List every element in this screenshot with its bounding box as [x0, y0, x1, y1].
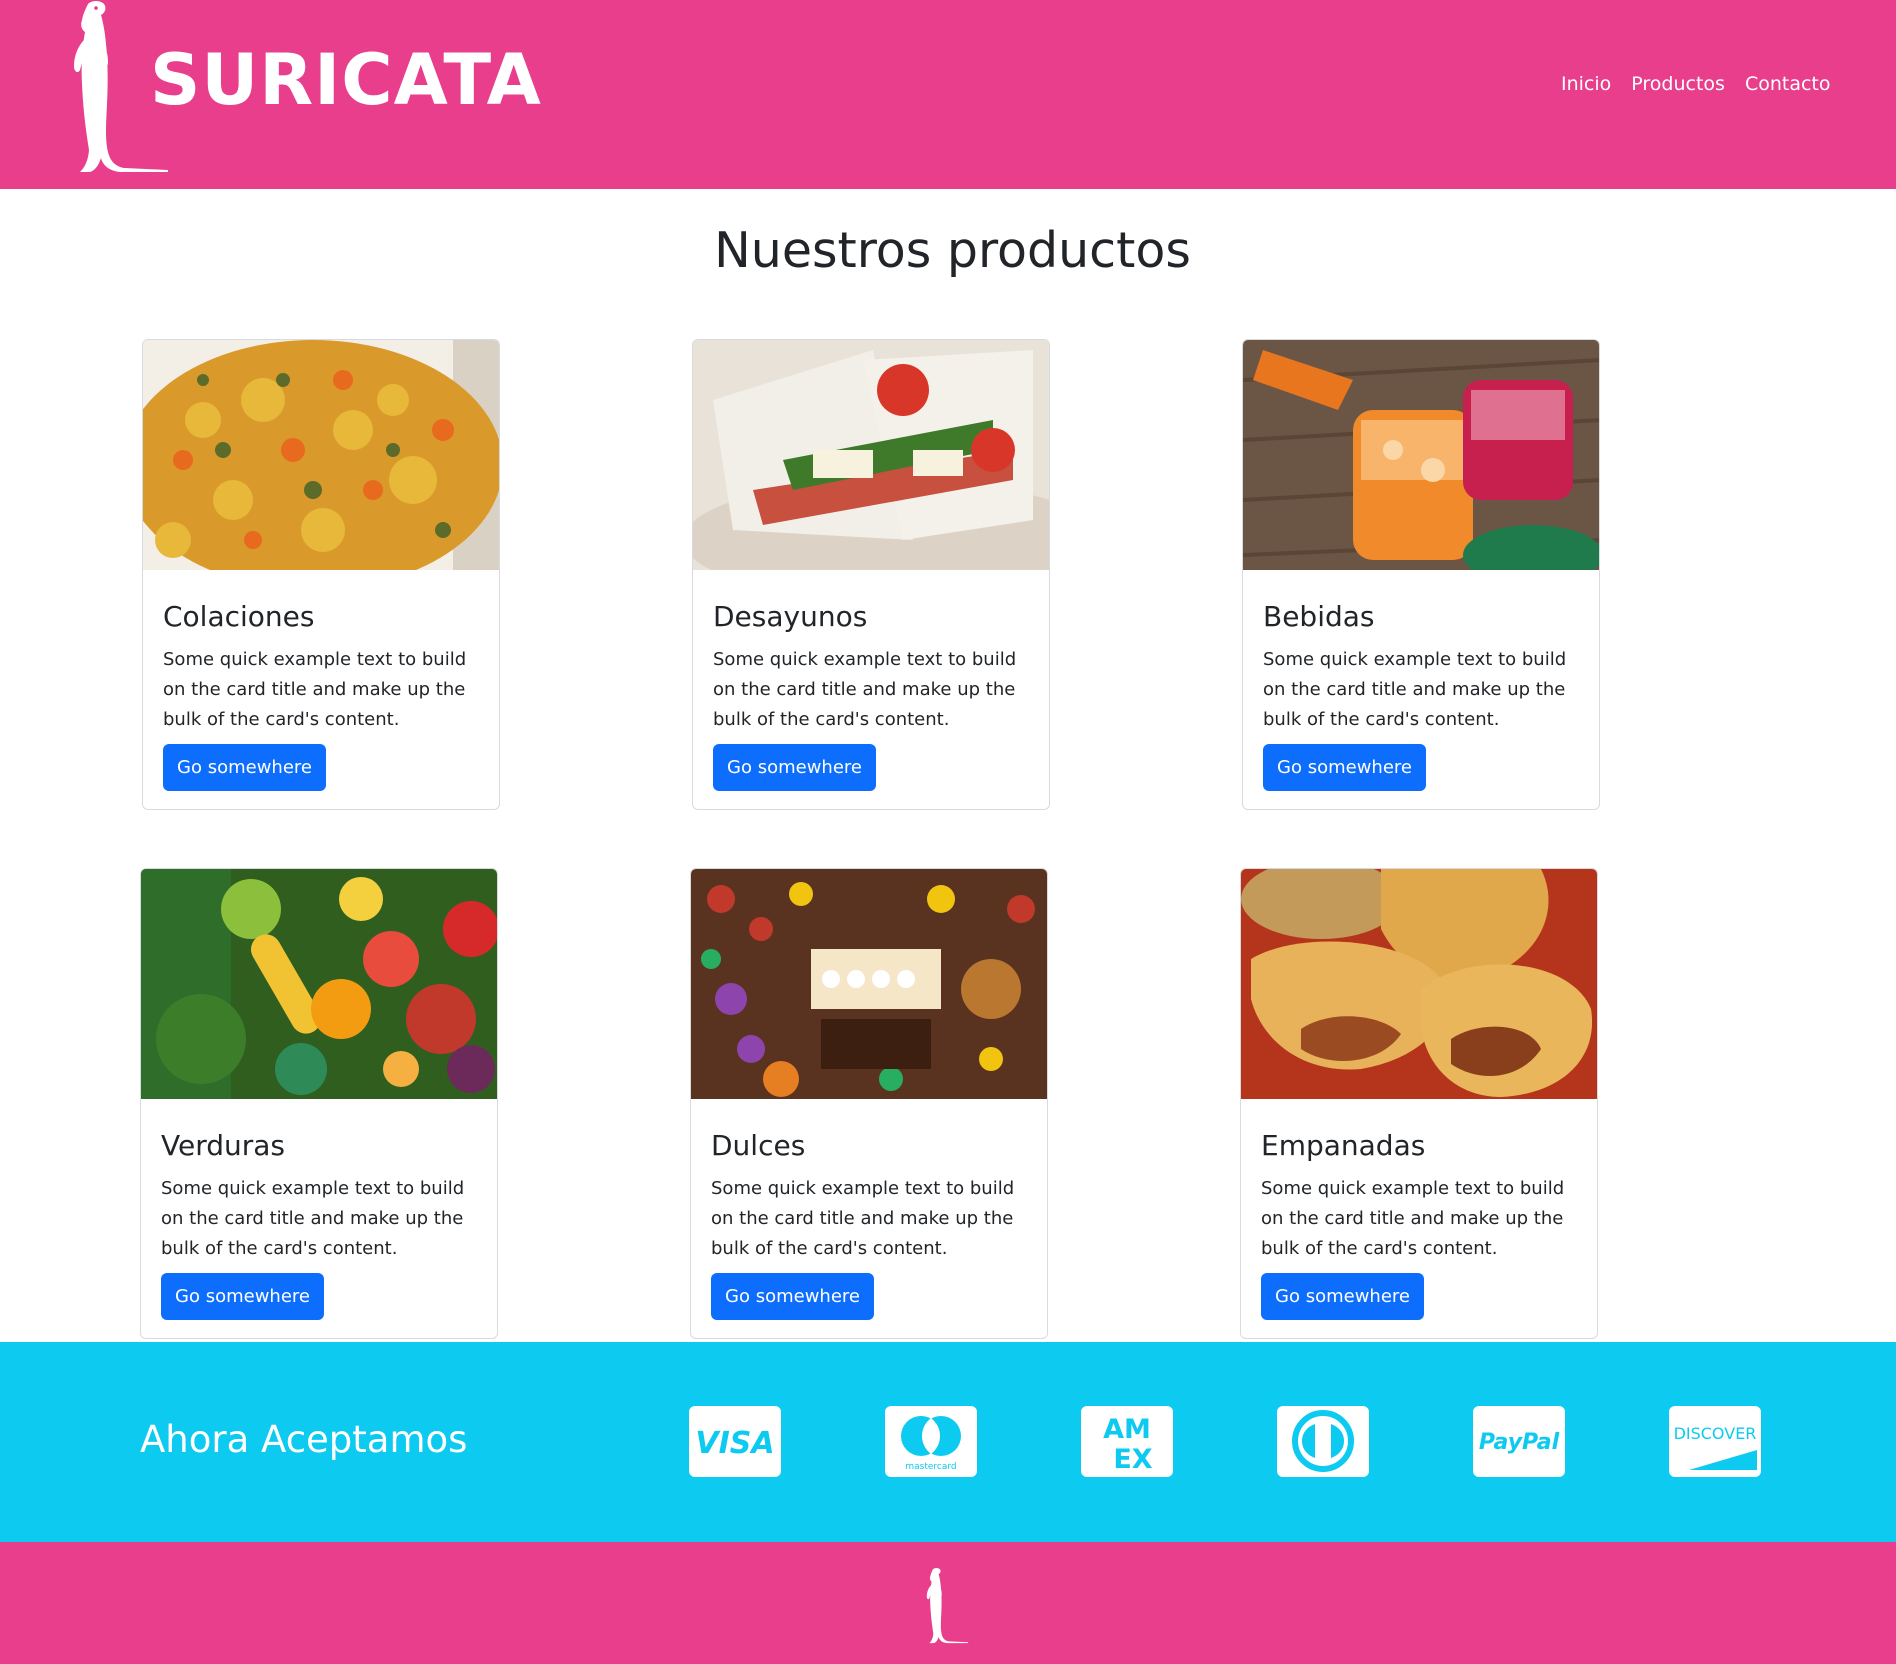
product-card-bebidas: Bebidas Some quick example text to build… — [1242, 339, 1600, 810]
verduras-image — [141, 869, 497, 1099]
go-somewhere-button[interactable]: Go somewhere — [1263, 744, 1426, 791]
colaciones-image — [143, 340, 499, 570]
page-title: Nuestros productos — [714, 222, 1191, 279]
bebidas-image — [1243, 340, 1599, 570]
card-title: Bebidas — [1263, 600, 1375, 633]
product-card-verduras: Verduras Some quick example text to buil… — [140, 868, 498, 1339]
svg-text:DISCOVER: DISCOVER — [1674, 1424, 1757, 1443]
svg-text:PayPal: PayPal — [1479, 1430, 1560, 1455]
go-somewhere-button[interactable]: Go somewhere — [711, 1273, 874, 1320]
site-header: SURICATA Inicio Productos Contacto — [0, 0, 1896, 189]
dulces-image — [691, 869, 1047, 1099]
card-text: Some quick example text to build on the … — [713, 649, 1017, 730]
product-card-empanadas: Empanadas Some quick example text to bui… — [1240, 868, 1598, 1339]
discover-icon: DISCOVER — [1669, 1406, 1761, 1477]
card-title: Empanadas — [1261, 1129, 1426, 1162]
card-text: Some quick example text to build on the … — [711, 1178, 1015, 1259]
brand-name[interactable]: SURICATA — [150, 34, 542, 126]
card-text: Some quick example text to build on the … — [163, 649, 467, 730]
card-text: Some quick example text to build on the … — [1261, 1178, 1565, 1259]
card-title: Dulces — [711, 1129, 806, 1162]
svg-text:VISA: VISA — [695, 1426, 774, 1461]
product-card-desayunos: Desayunos Some quick example text to bui… — [692, 339, 1050, 810]
visa-icon: VISA — [689, 1406, 781, 1477]
mastercard-icon: mastercard — [885, 1406, 977, 1477]
paypal-icon: PayPal — [1473, 1406, 1565, 1477]
nav-link-contacto[interactable]: Contacto — [1745, 70, 1831, 98]
svg-text:AM: AM — [1103, 1414, 1151, 1445]
go-somewhere-button[interactable]: Go somewhere — [1261, 1273, 1424, 1320]
payment-title: Ahora Aceptamos — [140, 1418, 468, 1461]
meerkat-icon — [926, 1567, 969, 1644]
desayunos-image — [693, 340, 1049, 570]
payment-methods-band: Ahora Aceptamos VISA mastercard AM EX Pa… — [0, 1342, 1896, 1542]
nav-link-productos[interactable]: Productos — [1631, 70, 1725, 98]
card-title: Colaciones — [163, 600, 315, 633]
svg-text:mastercard: mastercard — [905, 1462, 956, 1472]
diners-club-icon — [1277, 1406, 1369, 1477]
product-card-colaciones: Colaciones Some quick example text to bu… — [142, 339, 500, 810]
card-text: Some quick example text to build on the … — [1263, 649, 1567, 730]
go-somewhere-button[interactable]: Go somewhere — [163, 744, 326, 791]
card-title: Desayunos — [713, 600, 868, 633]
nav-link-inicio[interactable]: Inicio — [1561, 70, 1611, 98]
site-footer — [0, 1542, 1896, 1664]
go-somewhere-button[interactable]: Go somewhere — [161, 1273, 324, 1320]
card-title: Verduras — [161, 1129, 286, 1162]
card-text: Some quick example text to build on the … — [161, 1178, 465, 1259]
main-nav: Inicio Productos Contacto — [1561, 70, 1831, 98]
svg-text:EX: EX — [1113, 1444, 1152, 1475]
go-somewhere-button[interactable]: Go somewhere — [713, 744, 876, 791]
product-card-dulces: Dulces Some quick example text to build … — [690, 868, 1048, 1339]
amex-icon: AM EX — [1081, 1406, 1173, 1477]
empanadas-image — [1241, 869, 1597, 1099]
